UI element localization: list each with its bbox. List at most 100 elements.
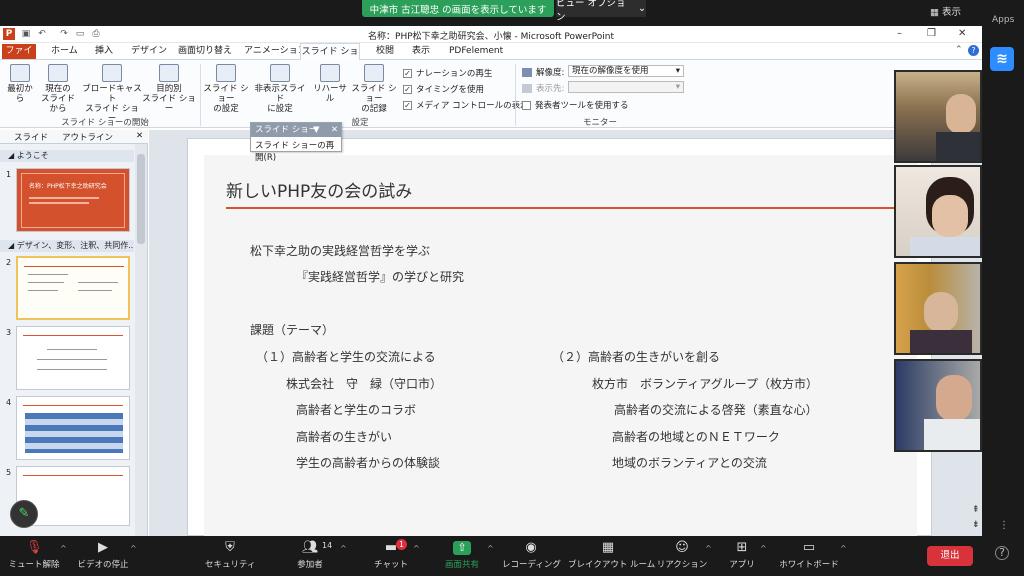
annotate-pencil-icon[interactable]: ✎: [10, 500, 38, 528]
apps-button[interactable]: ⊞ アプリ: [724, 536, 760, 576]
tab-animations[interactable]: アニメーション: [244, 45, 307, 60]
chat-label: チャット: [374, 560, 408, 570]
reactions-button[interactable]: ☺ リアクション: [655, 536, 709, 576]
slide-number: 3: [6, 328, 12, 337]
window-title: 名称：PHP松下幸之助研究会、小懐 - Microsoft PowerPoint: [368, 32, 614, 42]
show-on-select[interactable]: ▾: [568, 81, 684, 93]
slide-thumbnail[interactable]: 名称：PHP松下幸之助研究会: [16, 168, 130, 232]
resolution-select[interactable]: 現在の解像度を使用 ▾: [568, 65, 684, 77]
tab-design[interactable]: デザイン: [131, 45, 167, 60]
chat-button[interactable]: ▬ チャット: [368, 536, 414, 576]
share-screen-button[interactable]: ⇧ 画面共有: [437, 536, 487, 576]
tab-home[interactable]: ホーム: [51, 45, 78, 60]
help-icon[interactable]: ?: [995, 546, 1009, 560]
help-icon[interactable]: ?: [968, 45, 979, 56]
restore-icon[interactable]: ❐: [927, 28, 936, 39]
setup-show-button[interactable]: スライド ショー の設定: [203, 64, 249, 114]
close-icon[interactable]: ✕: [136, 131, 143, 141]
chevron-down-icon[interactable]: ▼: [313, 123, 320, 137]
panel-scrollbar[interactable]: [135, 144, 147, 536]
slide-text: （２）高齢者の生きがいを創る: [552, 350, 721, 364]
shield-icon: ⛨: [225, 540, 235, 555]
microphone-muted-icon: 🎙︎: [26, 540, 43, 555]
slide-thumbnail[interactable]: [16, 326, 130, 390]
breakout-rooms-button[interactable]: ▦ ブレイクアウト ルーム: [568, 536, 655, 576]
narration-checkbox[interactable]: ✓ ナレーションの再生: [403, 67, 492, 79]
tab-insert[interactable]: 挿入: [95, 45, 113, 60]
minimize-icon[interactable]: –: [897, 28, 902, 39]
participant-video[interactable]: [894, 70, 982, 163]
chevron-up-icon[interactable]: ^: [413, 544, 420, 553]
slide-thumbnail-selected[interactable]: [16, 256, 130, 320]
record-label: スライド ショー の記録: [351, 84, 397, 114]
tab-view[interactable]: 表示: [412, 45, 430, 60]
participant-video[interactable]: [894, 262, 982, 355]
from-current-button[interactable]: 現在の スライドから: [38, 64, 78, 114]
presenter-view-checkbox[interactable]: 発表者ツールを使用する: [522, 99, 629, 111]
close-icon[interactable]: ✕: [331, 123, 338, 137]
video-camera-icon: ▶: [98, 540, 108, 555]
tab-review[interactable]: 校閲: [376, 45, 394, 60]
participant-video[interactable]: [894, 165, 982, 258]
ribbon: 最初から 現在の スライドから ブロードキャスト スライド ショー 目的別 スラ…: [0, 60, 982, 128]
chevron-up-icon[interactable]: ^: [705, 544, 712, 553]
rehearse-button[interactable]: リハーサル: [311, 64, 349, 104]
custom-show-button[interactable]: 目的別 スライド ショー: [142, 64, 196, 114]
chevron-up-icon[interactable]: ^: [60, 544, 67, 553]
tab-slideshow[interactable]: スライド ショー: [300, 43, 360, 73]
hide-slide-button[interactable]: 非表示スライド に設定: [252, 64, 308, 114]
stop-video-button[interactable]: ▶ ビデオの停止: [72, 536, 134, 576]
grid-icon: ▦: [601, 540, 615, 555]
show-on-label-row: 表示先:: [522, 82, 564, 94]
tab-pdfelement[interactable]: PDFelement: [449, 45, 503, 60]
participant-video[interactable]: [894, 359, 982, 452]
resume-slideshow-button[interactable]: スライド ショーの再開(R): [255, 139, 341, 163]
whiteboard-button[interactable]: ▭ ホワイトボード: [778, 536, 840, 576]
chat-unread-badge: 1: [396, 539, 407, 550]
tab-file[interactable]: ファイル: [2, 44, 36, 71]
ribbon-separator: [200, 64, 201, 126]
slide-number: 1: [6, 170, 12, 179]
section-header-welcome[interactable]: ◢ ようこそ: [0, 150, 134, 162]
chevron-up-icon[interactable]: ^: [130, 544, 137, 553]
chevron-up-icon[interactable]: ^: [340, 544, 347, 553]
share-status-banner: 中津市 古江聰忠 の画面を表示しています: [362, 0, 554, 17]
security-label: セキュリティ: [205, 560, 256, 570]
media-controls-checkbox[interactable]: ✓ メディア コントロールの表示: [403, 99, 529, 111]
more-icon[interactable]: ⋮: [999, 520, 1009, 531]
apps-icon[interactable]: ≋: [990, 47, 1014, 71]
section-header-design[interactable]: ◢ デザイン、変形、注釈、共同作...: [0, 240, 134, 252]
presenter-label: 発表者ツールを使用する: [535, 101, 629, 111]
thumbnail-line: [37, 369, 107, 370]
hide-slide-icon: [270, 64, 290, 82]
slide-title[interactable]: 新しいPHP友の会の試み: [226, 177, 412, 202]
current-slide[interactable]: 新しいPHP友の会の試み 松下幸之助の実践経営哲学を学ぶ 『実践経営哲学』の学び…: [187, 138, 932, 537]
panel-tabs: スライド アウトライン ✕: [0, 130, 148, 144]
chevron-up-icon[interactable]: ^: [760, 544, 767, 553]
next-slide-icon[interactable]: ⇟: [972, 520, 980, 530]
view-options-button[interactable]: ビュー オプション ⌄: [556, 0, 646, 23]
slide-thumbnail[interactable]: [16, 396, 130, 460]
chevron-up-icon[interactable]: ^: [840, 544, 847, 553]
display-button[interactable]: ▦ 表示: [930, 4, 961, 18]
record-show-button[interactable]: スライド ショー の記録: [350, 64, 398, 114]
from-start-button[interactable]: 最初から: [4, 64, 36, 104]
timing-checkbox[interactable]: ✓ タイミングを使用: [403, 83, 484, 95]
tab-transitions[interactable]: 画面切り替え: [178, 45, 232, 60]
unmute-button[interactable]: 🎙︎ ミュート解除: [6, 536, 62, 576]
record-button[interactable]: ◉ レコーディング: [502, 536, 561, 576]
custom-show-icon: [159, 64, 179, 82]
leave-meeting-button[interactable]: 退出: [927, 546, 973, 566]
broadcast-button[interactable]: ブロードキャスト スライド ショー: [82, 64, 142, 124]
close-icon[interactable]: ✕: [958, 28, 966, 39]
scrollbar-thumb[interactable]: [137, 154, 145, 244]
prev-slide-icon[interactable]: ⇞: [972, 505, 980, 515]
chevron-down-icon: ▾: [675, 66, 680, 76]
security-button[interactable]: ⛨ セキュリティ: [205, 536, 256, 576]
tab-slides[interactable]: スライド: [14, 131, 48, 143]
participant-face: [924, 292, 958, 332]
chevron-down-icon: ⌄: [638, 3, 646, 14]
chevron-up-icon[interactable]: ^: [487, 544, 494, 553]
tab-outline[interactable]: アウトライン: [62, 131, 113, 143]
ribbon-collapse-icon[interactable]: ⌃: [955, 45, 963, 55]
